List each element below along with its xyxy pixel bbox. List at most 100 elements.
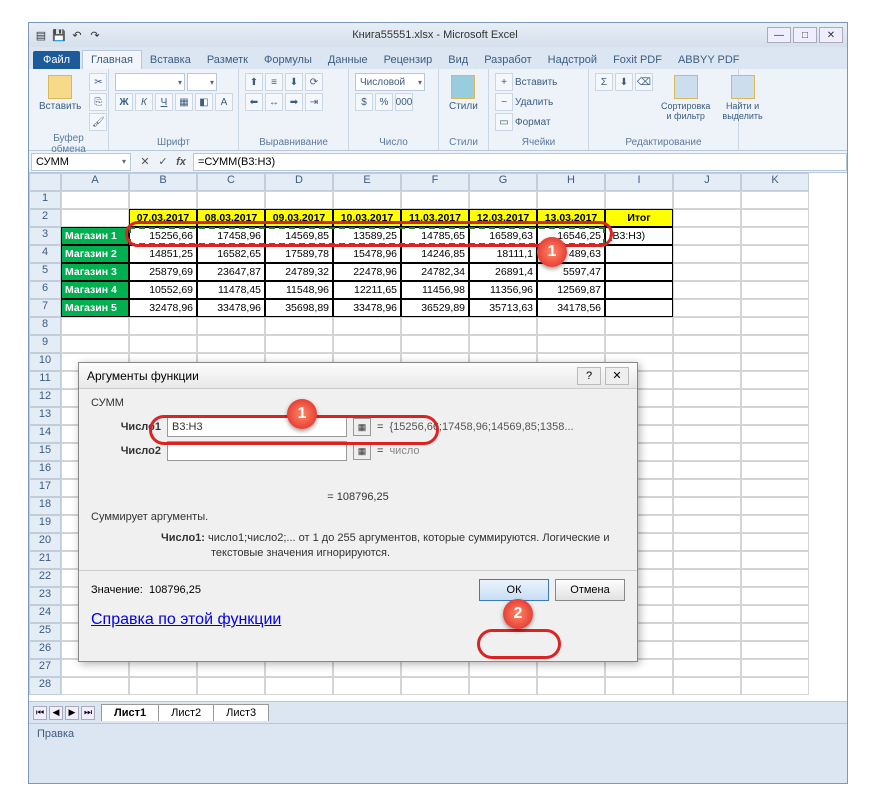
cell[interactable]: [673, 227, 741, 245]
sheet-tab-3[interactable]: Лист3: [213, 704, 269, 721]
cell[interactable]: 17458,96: [197, 227, 265, 245]
copy-icon[interactable]: ⎘: [89, 93, 107, 111]
row-head-6[interactable]: 6: [29, 281, 61, 299]
align-bot-icon[interactable]: ⬇: [285, 73, 303, 91]
cell[interactable]: 15256,66: [129, 227, 197, 245]
row-head-27[interactable]: 27: [29, 659, 61, 677]
tab-layout[interactable]: Разметк: [199, 51, 256, 69]
formula-input[interactable]: =СУММ(B3:H3): [193, 153, 847, 171]
name-box[interactable]: СУММ: [31, 153, 131, 171]
cell[interactable]: 12.03.2017: [469, 209, 537, 227]
cell[interactable]: 13.03.2017: [537, 209, 605, 227]
tab-abbyy[interactable]: ABBYY PDF: [670, 51, 748, 69]
cell[interactable]: [605, 263, 673, 281]
cell[interactable]: Итог: [605, 209, 673, 227]
insert-cells[interactable]: +Вставить: [495, 73, 557, 91]
row-head-14[interactable]: 14: [29, 425, 61, 443]
col-head-B[interactable]: B: [129, 173, 197, 191]
row-head-13[interactable]: 13: [29, 407, 61, 425]
cell[interactable]: 33478,96: [197, 299, 265, 317]
paste-button[interactable]: Вставить: [35, 73, 85, 114]
col-head-A[interactable]: A: [61, 173, 129, 191]
cell[interactable]: [673, 317, 741, 335]
first-sheet-icon[interactable]: ⏮: [33, 706, 47, 720]
tab-formulas[interactable]: Формулы: [256, 51, 320, 69]
row-head-11[interactable]: 11: [29, 371, 61, 389]
sheet-tab-1[interactable]: Лист1: [101, 704, 159, 721]
cell[interactable]: [741, 641, 809, 659]
cell[interactable]: [197, 677, 265, 695]
cell[interactable]: [741, 209, 809, 227]
col-head-H[interactable]: H: [537, 173, 605, 191]
cell[interactable]: 35713,63: [469, 299, 537, 317]
cell[interactable]: [741, 389, 809, 407]
cell[interactable]: [673, 263, 741, 281]
cell[interactable]: [741, 497, 809, 515]
cell[interactable]: [741, 263, 809, 281]
cell[interactable]: [605, 677, 673, 695]
cell[interactable]: 13589,25: [333, 227, 401, 245]
cell[interactable]: [741, 515, 809, 533]
tab-addins[interactable]: Надстрой: [540, 51, 605, 69]
cell[interactable]: [673, 623, 741, 641]
cell[interactable]: [741, 317, 809, 335]
cell[interactable]: [741, 479, 809, 497]
fill-icon[interactable]: ◧: [195, 93, 213, 111]
accept-formula-icon[interactable]: ✓: [155, 154, 171, 170]
cell[interactable]: [741, 227, 809, 245]
cell[interactable]: [673, 299, 741, 317]
row-head-12[interactable]: 12: [29, 389, 61, 407]
cell[interactable]: 35698,89: [265, 299, 333, 317]
cell[interactable]: 14851,25: [129, 245, 197, 263]
close-button[interactable]: ✕: [819, 27, 843, 43]
cell[interactable]: 24782,34: [401, 263, 469, 281]
cell[interactable]: [605, 281, 673, 299]
cell[interactable]: [741, 677, 809, 695]
cell[interactable]: [741, 299, 809, 317]
arg2-input[interactable]: [167, 441, 347, 461]
redo-icon[interactable]: ↷: [87, 27, 103, 43]
row-head-21[interactable]: 21: [29, 551, 61, 569]
cell[interactable]: 11.03.2017: [401, 209, 469, 227]
cell[interactable]: 22478,96: [333, 263, 401, 281]
cell[interactable]: [265, 191, 333, 209]
align-right-icon[interactable]: ➡: [285, 93, 303, 111]
row-head-16[interactable]: 16: [29, 461, 61, 479]
align-top-icon[interactable]: ⬆: [245, 73, 263, 91]
cell[interactable]: [673, 587, 741, 605]
percent-icon[interactable]: %: [375, 93, 393, 111]
cell[interactable]: [741, 623, 809, 641]
cancel-formula-icon[interactable]: ✕: [137, 154, 153, 170]
cell[interactable]: [673, 209, 741, 227]
delete-cells[interactable]: −Удалить: [495, 93, 557, 111]
row-head-24[interactable]: 24: [29, 605, 61, 623]
cell[interactable]: [537, 335, 605, 353]
cell[interactable]: 33478,96: [333, 299, 401, 317]
row-head-15[interactable]: 15: [29, 443, 61, 461]
cell[interactable]: 23647,87: [197, 263, 265, 281]
cell[interactable]: [673, 515, 741, 533]
cell[interactable]: 25879,69: [129, 263, 197, 281]
cell[interactable]: [741, 281, 809, 299]
cell[interactable]: [469, 317, 537, 335]
row-head-10[interactable]: 10: [29, 353, 61, 371]
maximize-button[interactable]: □: [793, 27, 817, 43]
tab-developer[interactable]: Разработ: [476, 51, 539, 69]
cell[interactable]: [197, 335, 265, 353]
help-link[interactable]: Справка по этой функции: [91, 611, 281, 628]
clear-icon[interactable]: ⌫: [635, 73, 653, 91]
row-head-18[interactable]: 18: [29, 497, 61, 515]
arg1-ref-button[interactable]: ▦: [353, 418, 371, 436]
cell[interactable]: [61, 209, 129, 227]
cell[interactable]: [605, 299, 673, 317]
cell[interactable]: [537, 677, 605, 695]
cell[interactable]: [673, 641, 741, 659]
row-head-9[interactable]: 9: [29, 335, 61, 353]
cell[interactable]: [265, 317, 333, 335]
col-head-D[interactable]: D: [265, 173, 333, 191]
cell[interactable]: [741, 605, 809, 623]
cell[interactable]: [741, 443, 809, 461]
row-head-23[interactable]: 23: [29, 587, 61, 605]
save-icon[interactable]: 💾: [51, 27, 67, 43]
cell[interactable]: 16589,63: [469, 227, 537, 245]
